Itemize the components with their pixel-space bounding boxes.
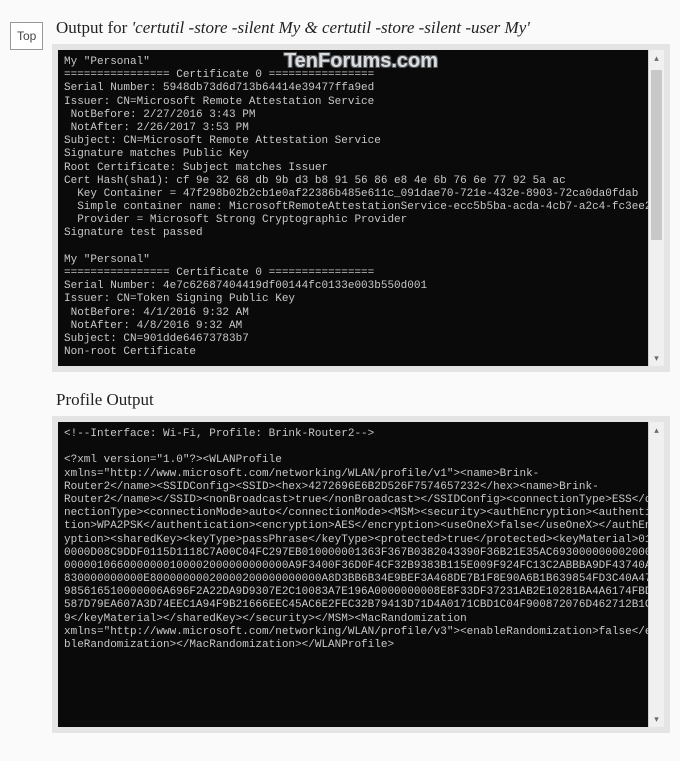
console-output-certutil: My "Personal" ================ Certifica… [58, 50, 648, 366]
top-button[interactable]: Top [10, 22, 43, 50]
scrollbar[interactable]: ▴ ▾ [648, 50, 664, 366]
console-box-certutil: TenForums.com My "Personal" ============… [52, 44, 670, 372]
scroll-up-icon[interactable]: ▴ [649, 50, 664, 66]
scroll-up-icon[interactable]: ▴ [649, 422, 664, 438]
console-box-profile: <!--Interface: Wi-Fi, Profile: Brink-Rou… [52, 416, 670, 733]
scroll-thumb[interactable] [651, 70, 662, 240]
section1-heading: Output for 'certutil -store -silent My &… [56, 18, 670, 38]
heading-command: 'certutil -store -silent My & certutil -… [132, 18, 530, 37]
scroll-down-icon[interactable]: ▾ [649, 350, 664, 366]
heading-prefix: Output for [56, 18, 132, 37]
section2-heading: Profile Output [56, 390, 670, 410]
scrollbar[interactable]: ▴ ▾ [648, 422, 664, 727]
scroll-down-icon[interactable]: ▾ [649, 711, 664, 727]
console-output-profile: <!--Interface: Wi-Fi, Profile: Brink-Rou… [58, 422, 648, 727]
